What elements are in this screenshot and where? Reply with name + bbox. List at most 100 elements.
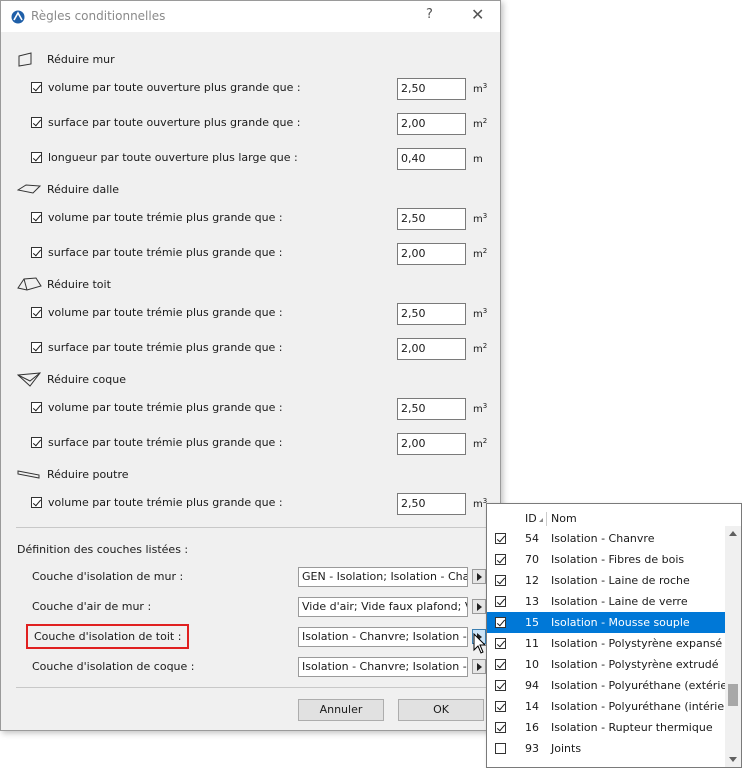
rule-checkbox[interactable] — [31, 212, 42, 223]
rule-row: volume par toute trémie plus grande que … — [31, 493, 491, 515]
unit-label: m — [473, 154, 483, 165]
scroll-thumb[interactable] — [728, 684, 738, 706]
conditional-rules-dialog: Règles conditionnelles ? ✕ Réduire mur vo… — [0, 0, 501, 731]
layer-checkbox[interactable] — [495, 596, 506, 607]
layer-checkbox[interactable] — [495, 659, 506, 670]
layer-list-item[interactable]: 54 Isolation - Chanvre — [487, 528, 725, 549]
expand-arrow-button[interactable] — [472, 659, 486, 674]
close-button[interactable]: ✕ — [471, 5, 484, 24]
layer-field[interactable]: GEN - Isolation; Isolation - Char — [298, 567, 468, 587]
layer-list-item[interactable]: 10 Isolation - Polystyrène extrudé — [487, 654, 725, 675]
layer-name: Isolation - Polyuréthane (extérieu — [551, 679, 735, 692]
popup-scrollbar[interactable] — [725, 526, 741, 767]
sort-arrow-icon — [539, 518, 543, 522]
rule-checkbox[interactable] — [31, 117, 42, 128]
cancel-button[interactable]: Annuler — [298, 699, 384, 721]
rule-checkbox[interactable] — [31, 307, 42, 318]
shell-icon — [17, 372, 42, 387]
threshold-input[interactable]: 2,00 — [397, 433, 466, 455]
rule-label: volume par toute trémie plus grande que … — [48, 496, 283, 509]
layer-label: Couche d'isolation de toit : — [26, 624, 190, 649]
rule-checkbox[interactable] — [31, 152, 42, 163]
layer-checkbox[interactable] — [495, 722, 506, 733]
layer-id: 54 — [525, 532, 539, 545]
section-title: Réduire poutre — [47, 468, 129, 481]
threshold-input[interactable]: 2,50 — [397, 398, 466, 420]
rule-row: longueur par toute ouverture plus large … — [31, 148, 491, 170]
rule-label: volume par toute trémie plus grande que … — [48, 211, 283, 224]
rule-row: surface par toute trémie plus grande que… — [31, 433, 491, 455]
layer-field[interactable]: Isolation - Chanvre; Isolation - F — [298, 657, 468, 677]
rule-checkbox[interactable] — [31, 402, 42, 413]
rule-checkbox[interactable] — [31, 247, 42, 258]
column-header-id[interactable]: ID — [525, 512, 537, 525]
layer-name: Isolation - Polyuréthane (intérieu — [551, 700, 732, 713]
unit-label: m2 — [473, 437, 488, 450]
layer-field[interactable]: Vide d'air; Vide faux plafond; Vi — [298, 597, 468, 617]
title-bar[interactable]: Règles conditionnelles ? ✕ — [1, 1, 500, 32]
threshold-input[interactable]: 2,00 — [397, 243, 466, 265]
layer-id: 10 — [525, 658, 539, 671]
unit-label: m3 — [473, 212, 488, 225]
rule-checkbox[interactable] — [31, 437, 42, 448]
rule-label: longueur par toute ouverture plus large … — [48, 151, 298, 164]
layer-checkbox[interactable] — [495, 680, 506, 691]
layer-checkbox[interactable] — [495, 554, 506, 565]
rule-row: surface par toute trémie plus grande que… — [31, 338, 491, 360]
rule-row: surface par toute ouverture plus grande … — [31, 113, 491, 135]
layer-list-item[interactable]: 94 Isolation - Polyuréthane (extérieu — [487, 675, 734, 696]
layer-checkbox[interactable] — [495, 638, 506, 649]
layer-list-item[interactable]: 93 Joints — [487, 738, 725, 759]
expand-arrow-button[interactable] — [472, 569, 486, 584]
layer-list-item[interactable]: 15 Isolation - Mousse souple — [487, 612, 725, 633]
rule-row: volume par toute trémie plus grande que … — [31, 208, 491, 230]
scroll-up-icon[interactable] — [729, 531, 737, 536]
rule-label: volume par toute ouverture plus grande q… — [48, 81, 301, 94]
layer-picker-popup: ID Nom 54 Isolation - Chanvre 70 Isolation … — [486, 503, 742, 768]
layer-label: Couche d'air de mur : — [32, 600, 152, 613]
layer-list-item[interactable]: 13 Isolation - Laine de verre — [487, 591, 725, 612]
layer-list-item[interactable]: 14 Isolation - Polyuréthane (intérieu — [487, 696, 731, 717]
layer-checkbox[interactable] — [495, 533, 506, 544]
threshold-input[interactable]: 2,50 — [397, 493, 466, 515]
layer-list-item[interactable]: 11 Isolation - Polystyrène expansé — [487, 633, 725, 654]
threshold-input[interactable]: 2,50 — [397, 303, 466, 325]
layer-list-item[interactable]: 12 Isolation - Laine de roche — [487, 570, 725, 591]
layer-id: 93 — [525, 742, 539, 755]
layer-checkbox[interactable] — [495, 701, 506, 712]
threshold-input[interactable]: 0,40 — [397, 148, 466, 170]
archicad-app-icon — [11, 10, 25, 24]
rule-label: surface par toute trémie plus grande que… — [48, 436, 283, 449]
layer-name: Isolation - Rupteur thermique — [551, 721, 713, 734]
layer-id: 14 — [525, 700, 539, 713]
rule-label: volume par toute trémie plus grande que … — [48, 306, 283, 319]
rule-row: volume par toute ouverture plus grande q… — [31, 78, 491, 100]
help-button[interactable]: ? — [426, 7, 433, 22]
layer-checkbox[interactable] — [495, 575, 506, 586]
layer-list-item[interactable]: 70 Isolation - Fibres de bois — [487, 549, 725, 570]
rule-checkbox[interactable] — [31, 497, 42, 508]
layer-name: Isolation - Polystyrène expansé — [551, 637, 723, 650]
layer-field[interactable]: Isolation - Chanvre; Isolation - F — [298, 627, 468, 647]
scroll-down-icon[interactable] — [729, 757, 737, 762]
ok-button[interactable]: OK — [398, 699, 484, 721]
expand-arrow-button[interactable] — [472, 599, 486, 614]
layer-checkbox[interactable] — [495, 743, 506, 754]
layer-checkbox[interactable] — [495, 617, 506, 628]
layer-id: 11 — [525, 637, 539, 650]
threshold-input[interactable]: 2,00 — [397, 338, 466, 360]
threshold-input[interactable]: 2,50 — [397, 208, 466, 230]
layer-label: Couche d'isolation de coque : — [32, 660, 195, 673]
rule-checkbox[interactable] — [31, 82, 42, 93]
threshold-input[interactable]: 2,00 — [397, 113, 466, 135]
rule-label: surface par toute ouverture plus grande … — [48, 116, 301, 129]
rule-checkbox[interactable] — [31, 342, 42, 353]
layer-id: 16 — [525, 721, 539, 734]
dialog-title: Règles conditionnelles — [31, 9, 166, 23]
column-header-name[interactable]: Nom — [551, 512, 577, 525]
layer-list-item[interactable]: 16 Isolation - Rupteur thermique — [487, 717, 725, 738]
section-title: Réduire coque — [47, 373, 126, 386]
threshold-input[interactable]: 2,50 — [397, 78, 466, 100]
layer-id: 70 — [525, 553, 539, 566]
layer-label: Couche d'isolation de mur : — [32, 570, 184, 583]
